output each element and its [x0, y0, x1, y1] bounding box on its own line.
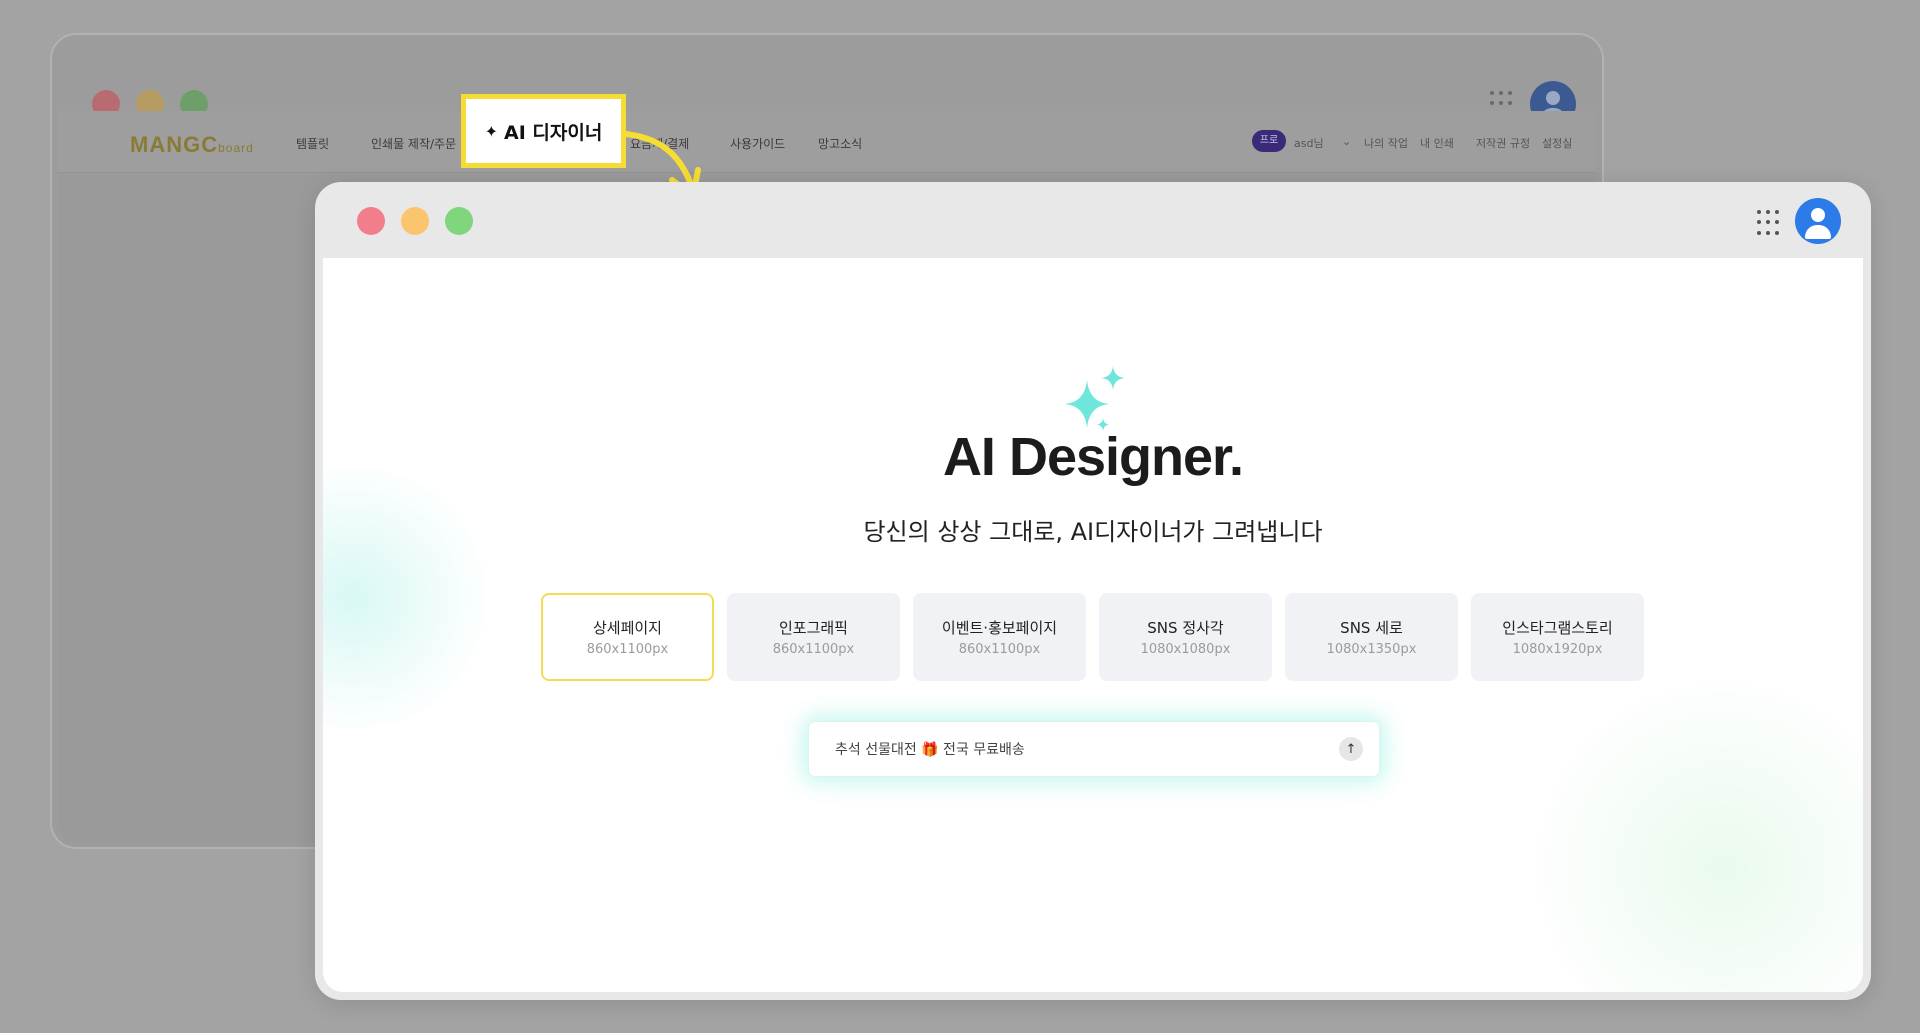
option-name: 인포그래픽 [778, 619, 848, 637]
prompt-box: ↑ [809, 722, 1379, 776]
page-subtitle: 당신의 상상 그대로, AI디자이너가 그려냅니다 [863, 518, 1323, 546]
format-option-instagram-story[interactable]: 인스타그램스토리 1080x1920px [1471, 593, 1644, 681]
sparkle-icon: ✦ [484, 121, 499, 141]
nav-my-print[interactable]: 내 인쇄 [1420, 135, 1454, 151]
nav-print-order[interactable]: 인쇄물 제작/주문 [371, 135, 456, 152]
maximize-dot-icon[interactable] [445, 207, 473, 235]
option-size: 860x1100px [586, 642, 669, 657]
format-option-detail-page[interactable]: 상세페이지 860x1100px [541, 593, 714, 681]
user-avatar-icon[interactable] [1795, 198, 1841, 244]
site-navigation: MANGCboard 템플릿 인쇄물 제작/주문 요금제/결제 사용가이드 망고… [58, 111, 1596, 173]
close-dot-icon[interactable] [357, 207, 385, 235]
format-options: 상세페이지 860x1100px 인포그래픽 860x1100px 이벤트·홍보… [541, 593, 1644, 681]
chevron-down-icon[interactable]: ⌄ [1342, 135, 1351, 148]
option-size: 860x1100px [772, 642, 855, 657]
nav-guide[interactable]: 사용가이드 [730, 135, 785, 152]
format-option-sns-square[interactable]: SNS 정사각 1080x1080px [1099, 593, 1272, 681]
nav-my-work[interactable]: 나의 작업 [1364, 135, 1408, 151]
user-name-dropdown[interactable]: asd님 [1294, 135, 1324, 151]
mangoboard-logo[interactable]: MANGCboard [130, 132, 254, 158]
format-option-infographic[interactable]: 인포그래픽 860x1100px [727, 593, 900, 681]
option-size: 1080x1080px [1140, 642, 1231, 657]
foreground-browser-window: AI Designer. 당신의 상상 그대로, AI디자이너가 그려냅니다 상… [315, 182, 1871, 1000]
minimize-dot-icon[interactable] [401, 207, 429, 235]
send-button[interactable]: ↑ [1339, 737, 1363, 761]
ai-designer-page: AI Designer. 당신의 상상 그대로, AI디자이너가 그려냅니다 상… [323, 258, 1863, 992]
option-name: SNS 정사각 [1147, 619, 1224, 637]
apps-grid-icon[interactable] [1757, 210, 1783, 236]
callout-label: AI 디자이너 [504, 121, 603, 144]
background-glow [323, 468, 503, 728]
arrow-up-icon: ↑ [1345, 741, 1357, 757]
option-size: 1080x1350px [1326, 642, 1417, 657]
option-name: 인스타그램스토리 [1502, 619, 1613, 637]
option-size: 1080x1920px [1512, 642, 1603, 657]
option-name: 이벤트·홍보페이지 [941, 619, 1058, 637]
nav-lab[interactable]: 설정실 [1542, 135, 1572, 151]
nav-templates[interactable]: 템플릿 [296, 135, 329, 152]
prompt-input[interactable] [833, 740, 1339, 758]
option-size: 860x1100px [958, 642, 1041, 657]
page-title: AI Designer. [942, 427, 1244, 487]
option-name: SNS 세로 [1340, 619, 1403, 637]
nav-news[interactable]: 망고소식 [818, 135, 862, 152]
nav-copyright[interactable]: 저작권 규정 [1476, 135, 1530, 151]
background-glow [1513, 678, 1863, 992]
format-option-event-page[interactable]: 이벤트·홍보페이지 860x1100px [913, 593, 1086, 681]
format-option-sns-portrait[interactable]: SNS 세로 1080x1350px [1285, 593, 1458, 681]
option-name: 상세페이지 [592, 619, 662, 637]
pro-badge: 프로 [1252, 130, 1286, 152]
